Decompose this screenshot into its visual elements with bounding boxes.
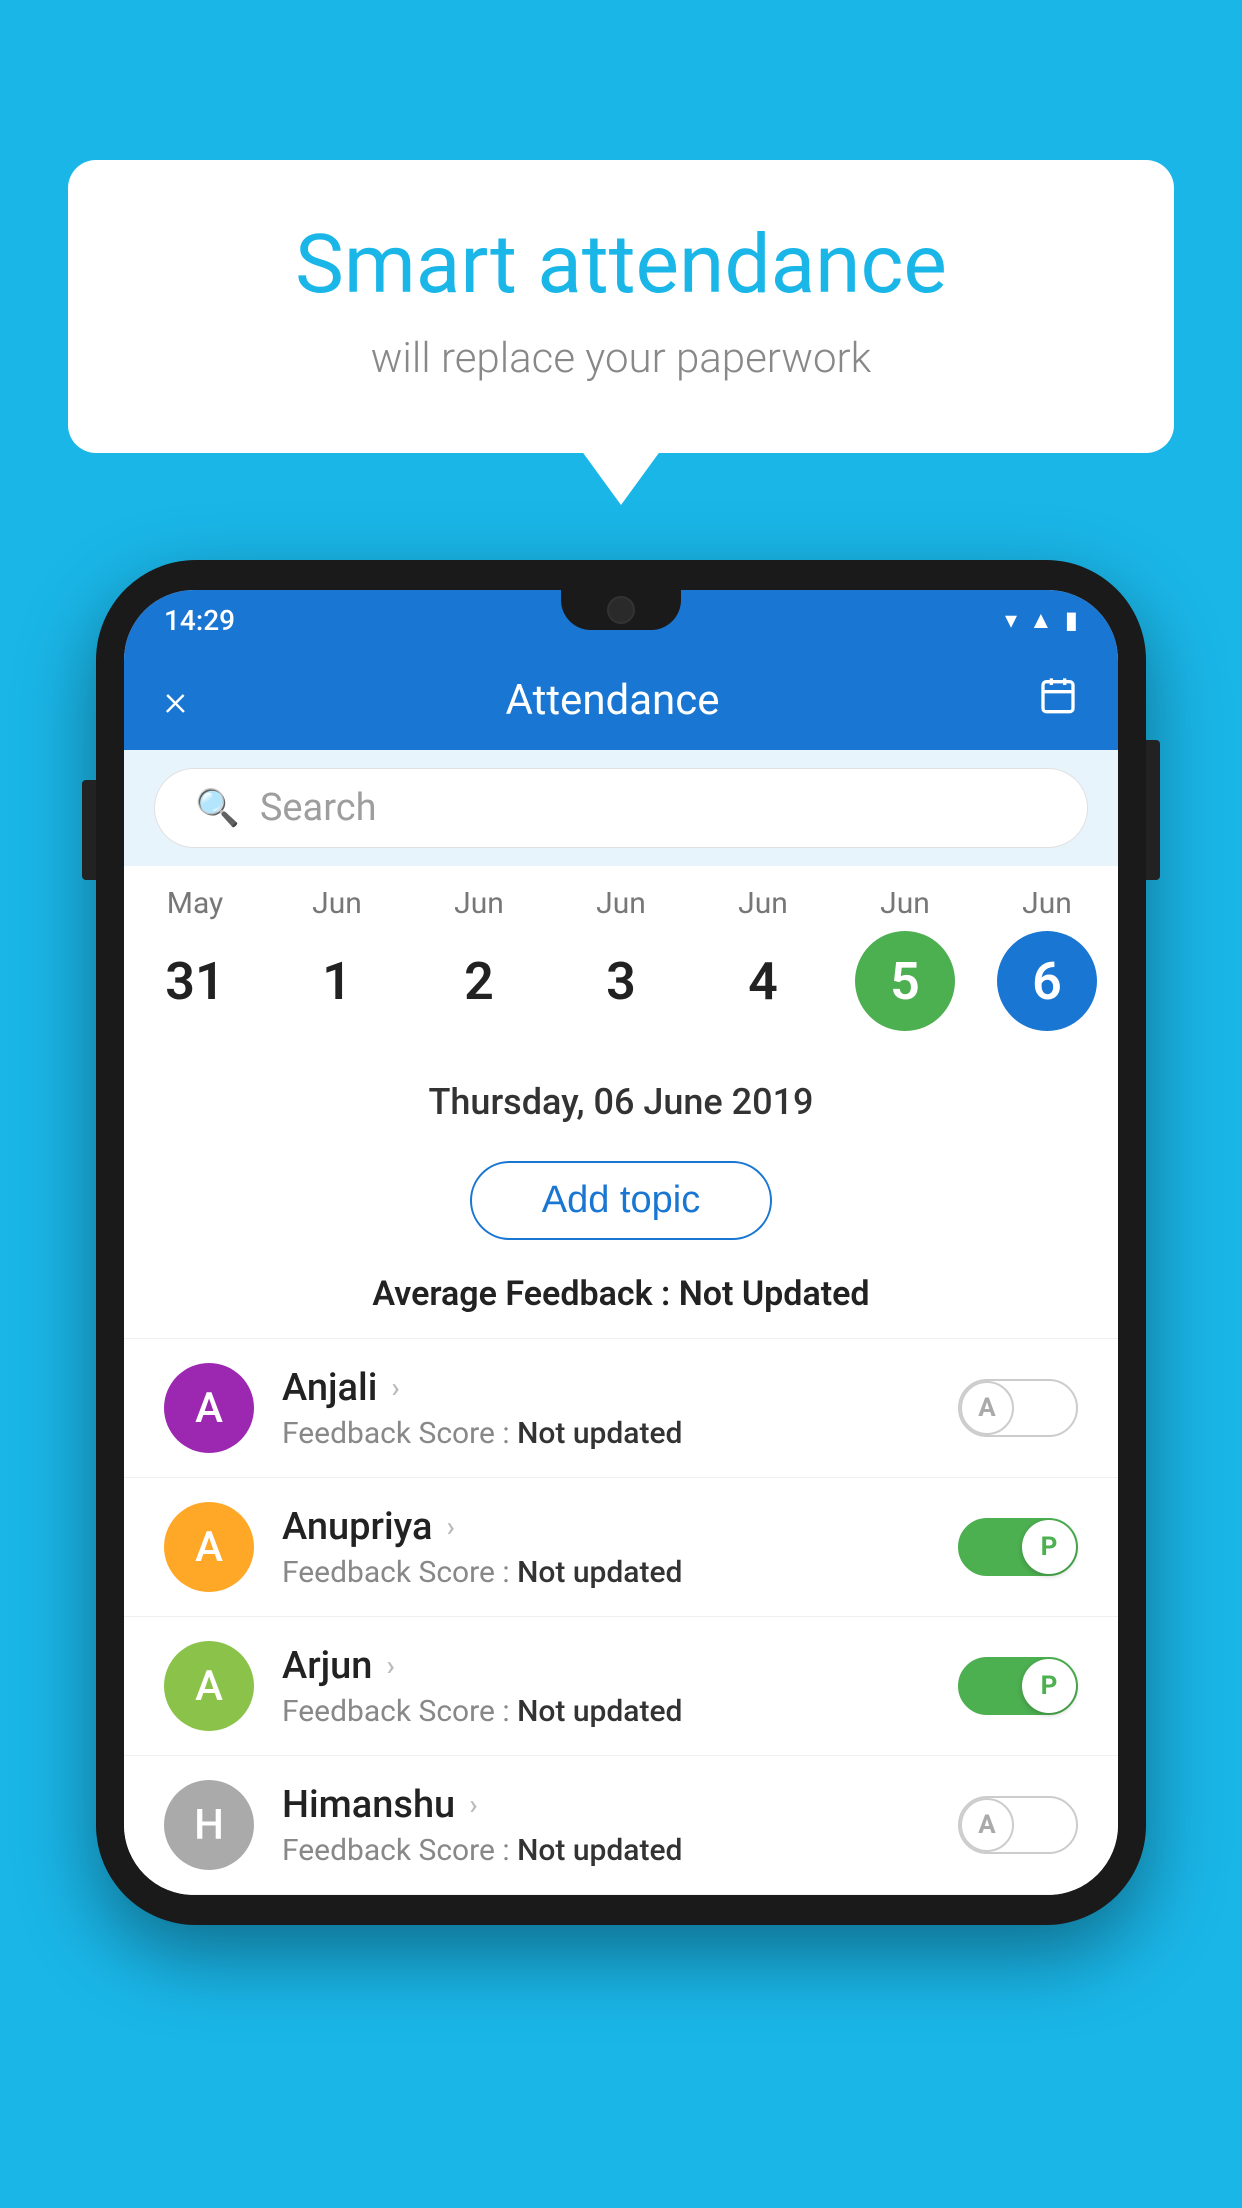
- app-bar: × Attendance: [124, 650, 1118, 750]
- student-name-row[interactable]: Himanshu ›: [282, 1783, 930, 1827]
- avatar: A: [164, 1502, 254, 1592]
- feedback-score: Feedback Score : Not updated: [282, 1694, 930, 1729]
- student-name: Arjun: [282, 1644, 372, 1688]
- feedback-score: Feedback Score : Not updated: [282, 1555, 930, 1590]
- toggle-switch[interactable]: A: [958, 1379, 1078, 1437]
- cal-day-number: 31: [145, 931, 245, 1031]
- speech-bubble-container: Smart attendance will replace your paper…: [68, 160, 1174, 453]
- calendar-day[interactable]: Jun 4: [713, 886, 813, 1031]
- avatar: H: [164, 1780, 254, 1870]
- phone-right-button: [1146, 740, 1160, 880]
- student-item: A Arjun › Feedback Score : Not updated P: [124, 1617, 1118, 1756]
- chevron-right-icon: ›: [391, 1371, 399, 1404]
- cal-day-number: 4: [713, 931, 813, 1031]
- student-name-row[interactable]: Arjun ›: [282, 1644, 930, 1688]
- speech-bubble-title: Smart attendance: [148, 220, 1094, 310]
- avatar: A: [164, 1363, 254, 1453]
- calendar-strip: May 31 Jun 1 Jun 2 Jun 3 Jun 4 Jun 5 Jun 6: [124, 866, 1118, 1061]
- cal-day-number: 2: [429, 931, 529, 1031]
- signal-icon: ▲: [1029, 606, 1053, 635]
- toggle-knob: P: [1022, 1659, 1076, 1713]
- cal-month-label: Jun: [880, 886, 930, 921]
- calendar-day[interactable]: Jun 1: [287, 886, 387, 1031]
- search-input[interactable]: 🔍 Search: [154, 768, 1088, 848]
- avg-feedback-label: Average Feedback :: [372, 1274, 670, 1314]
- attendance-toggle[interactable]: A: [958, 1379, 1078, 1437]
- student-name: Anjali: [282, 1366, 377, 1410]
- speech-bubble-subtitle: will replace your paperwork: [148, 334, 1094, 383]
- add-topic-button[interactable]: Add topic: [470, 1161, 772, 1240]
- student-item: A Anjali › Feedback Score : Not updated A: [124, 1339, 1118, 1478]
- phone-outer: 14:29 ▾ ▲ ▮ × Attendance: [96, 560, 1146, 1925]
- search-container: 🔍 Search: [124, 750, 1118, 866]
- phone-wrapper: 14:29 ▾ ▲ ▮ × Attendance: [96, 560, 1146, 1925]
- student-item: A Anupriya › Feedback Score : Not updated P: [124, 1478, 1118, 1617]
- avg-feedback-value: Not Updated: [679, 1274, 870, 1314]
- date-info: Thursday, 06 June 2019: [124, 1061, 1118, 1151]
- avg-feedback: Average Feedback : Not Updated: [124, 1264, 1118, 1339]
- avatar: A: [164, 1641, 254, 1731]
- toggle-knob: P: [1022, 1520, 1076, 1574]
- toggle-switch[interactable]: P: [958, 1657, 1078, 1715]
- close-button[interactable]: ×: [164, 674, 187, 726]
- phone-camera: [607, 596, 635, 624]
- cal-month-label: Jun: [738, 886, 788, 921]
- add-topic-container: Add topic: [124, 1151, 1118, 1264]
- battery-icon: ▮: [1065, 606, 1078, 634]
- chevron-right-icon: ›: [386, 1649, 394, 1682]
- attendance-toggle[interactable]: P: [958, 1657, 1078, 1715]
- cal-month-label: May: [167, 886, 223, 921]
- attendance-toggle[interactable]: A: [958, 1796, 1078, 1854]
- phone-left-button: [82, 780, 96, 880]
- student-item: H Himanshu › Feedback Score : Not updated A: [124, 1756, 1118, 1895]
- feedback-score: Feedback Score : Not updated: [282, 1416, 930, 1451]
- selected-date: Thursday, 06 June 2019: [124, 1081, 1118, 1123]
- cal-month-label: Jun: [454, 886, 504, 921]
- feedback-score: Feedback Score : Not updated: [282, 1833, 930, 1868]
- toggle-knob: A: [960, 1798, 1014, 1852]
- cal-day-number: 1: [287, 931, 387, 1031]
- calendar-day[interactable]: Jun 6: [997, 886, 1097, 1031]
- student-name: Anupriya: [282, 1505, 432, 1549]
- toggle-switch[interactable]: A: [958, 1796, 1078, 1854]
- cal-month-label: Jun: [1022, 886, 1072, 921]
- cal-month-label: Jun: [312, 886, 362, 921]
- phone-screen: 14:29 ▾ ▲ ▮ × Attendance: [124, 590, 1118, 1895]
- toggle-knob: A: [960, 1381, 1014, 1435]
- wifi-icon: ▾: [1005, 606, 1017, 634]
- cal-day-number: 6: [997, 931, 1097, 1031]
- search-icon: 🔍: [195, 787, 240, 829]
- toggle-switch[interactable]: P: [958, 1518, 1078, 1576]
- chevron-right-icon: ›: [446, 1510, 454, 1543]
- chevron-right-icon: ›: [469, 1788, 477, 1821]
- app-bar-title: Attendance: [506, 676, 720, 725]
- student-name: Himanshu: [282, 1783, 455, 1827]
- calendar-day[interactable]: May 31: [145, 886, 245, 1031]
- student-info: Anupriya › Feedback Score : Not updated: [282, 1505, 930, 1590]
- attendance-toggle[interactable]: P: [958, 1518, 1078, 1576]
- student-info: Himanshu › Feedback Score : Not updated: [282, 1783, 930, 1868]
- student-info: Anjali › Feedback Score : Not updated: [282, 1366, 930, 1451]
- calendar-day[interactable]: Jun 3: [571, 886, 671, 1031]
- student-name-row[interactable]: Anupriya ›: [282, 1505, 930, 1549]
- search-placeholder: Search: [260, 786, 377, 830]
- calendar-icon[interactable]: [1038, 675, 1078, 725]
- status-icons: ▾ ▲ ▮: [1005, 606, 1078, 635]
- student-name-row[interactable]: Anjali ›: [282, 1366, 930, 1410]
- speech-bubble: Smart attendance will replace your paper…: [68, 160, 1174, 453]
- cal-day-number: 3: [571, 931, 671, 1031]
- student-list: AAnjali›Feedback Score : Not updatedAAAn…: [124, 1339, 1118, 1895]
- status-time: 14:29: [164, 604, 235, 637]
- calendar-day[interactable]: Jun 2: [429, 886, 529, 1031]
- student-info: Arjun › Feedback Score : Not updated: [282, 1644, 930, 1729]
- cal-day-number: 5: [855, 931, 955, 1031]
- calendar-day[interactable]: Jun 5: [855, 886, 955, 1031]
- cal-month-label: Jun: [596, 886, 646, 921]
